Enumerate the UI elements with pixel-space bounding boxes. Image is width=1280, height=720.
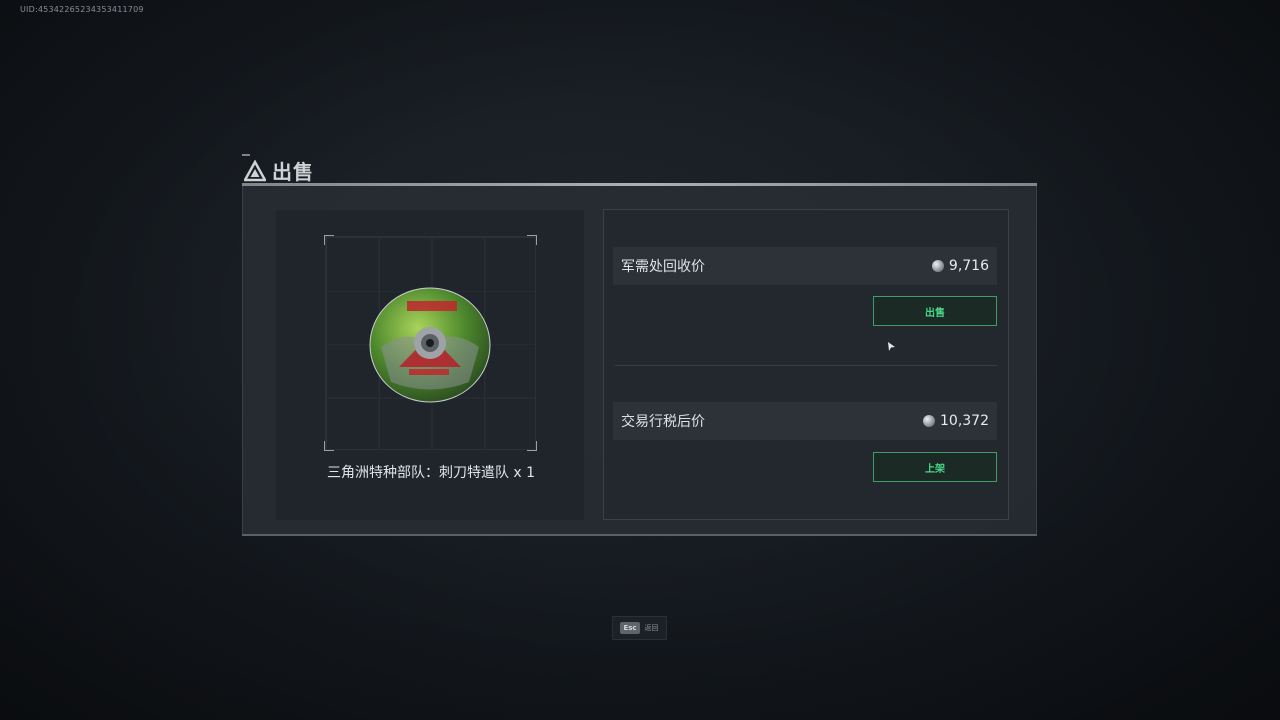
price-row-market: 交易行税后价 10,372 (613, 402, 997, 440)
frame-corner (527, 235, 537, 245)
market-price-label: 交易行税后价 (621, 414, 705, 430)
price-row-recycle: 军需处回收价 9,716 (613, 247, 997, 285)
frame-corner (324, 235, 334, 245)
item-name: 三角洲特种部队：刺刀特遣队 x 1 (326, 465, 536, 481)
panel-top-border (242, 183, 1037, 186)
dialog-title-text: 出售 (272, 160, 314, 184)
recycle-price-label: 军需处回收价 (621, 259, 705, 275)
back-hint-button[interactable]: Esc 返回 (612, 616, 667, 640)
sell-button[interactable]: 出售 (873, 296, 997, 326)
market-price-value-group: 10,372 (923, 413, 989, 429)
market-price-value: 10,372 (940, 413, 989, 429)
recycle-price-value-group: 9,716 (931, 258, 989, 274)
list-on-market-button[interactable]: 上架 (873, 452, 997, 482)
frame-corner (527, 441, 537, 451)
coin-icon (923, 415, 935, 427)
triangle-logo-icon (244, 159, 266, 181)
divider (615, 365, 997, 366)
esc-key-icon: Esc (620, 622, 640, 634)
recycle-price-value: 9,716 (948, 258, 989, 274)
frame-corner (324, 441, 334, 451)
game-disc-icon[interactable] (369, 287, 491, 403)
back-label: 返回 (644, 624, 659, 632)
mouse-cursor-icon (888, 342, 895, 351)
coin-icon (931, 260, 944, 272)
panel-bottom-border (242, 534, 1037, 536)
uid-label: UID:45342265234353411709 (20, 5, 144, 14)
dialog-title: 出售 (244, 156, 314, 185)
